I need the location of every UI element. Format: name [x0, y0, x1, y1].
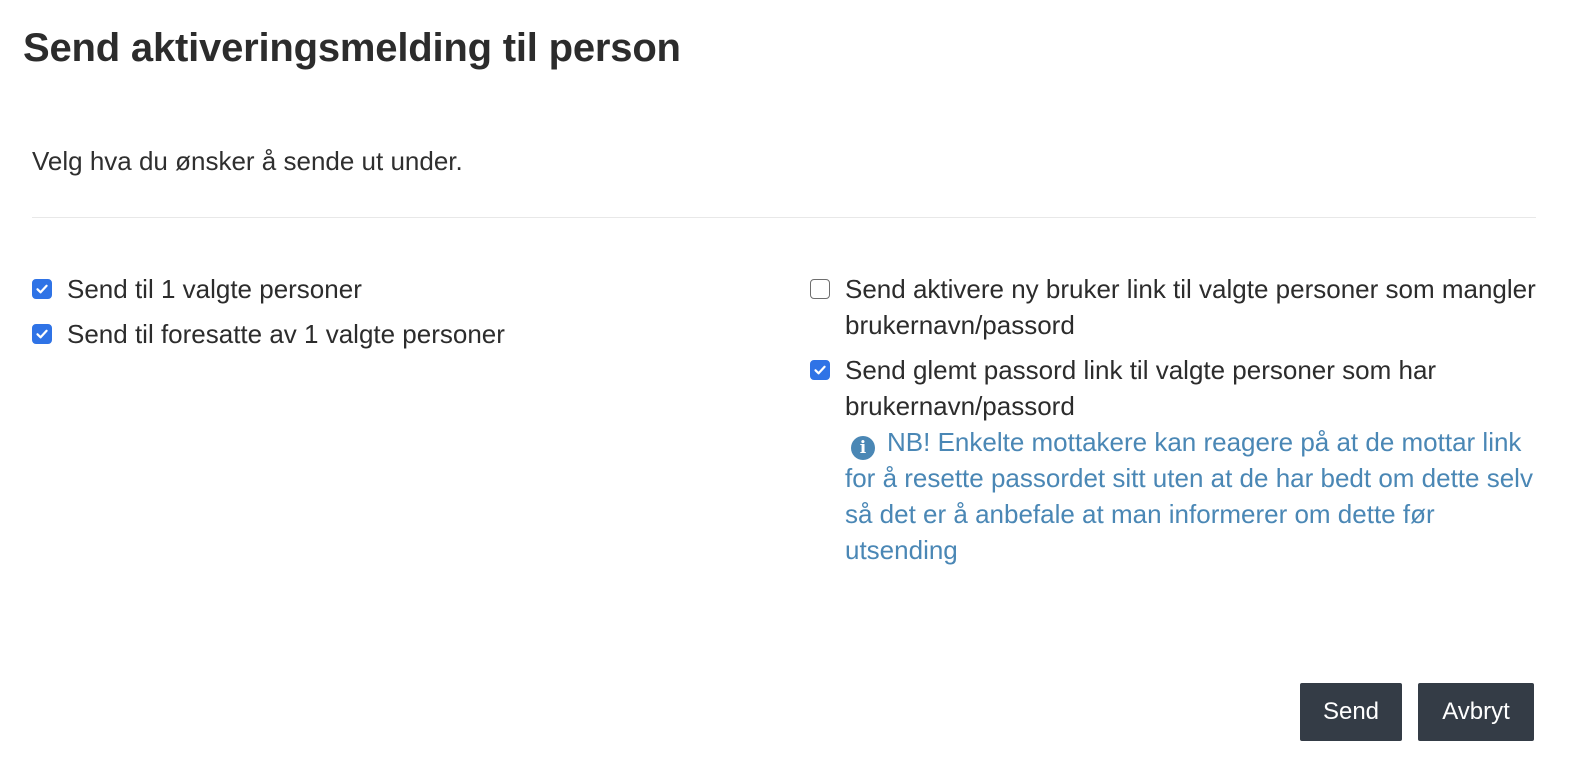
send-to-persons-label[interactable]: Send til 1 valgte personer: [67, 271, 362, 307]
checkmark-icon: [814, 365, 826, 375]
forgot-password-body: Send glemt passord link til valgte perso…: [845, 352, 1540, 568]
option-send-to-persons[interactable]: Send til 1 valgte personer: [32, 271, 362, 307]
divider: [32, 217, 1536, 218]
info-note: i NB! Enkelte mottakere kan reagere på at…: [845, 424, 1540, 568]
activate-new-user-label[interactable]: Send aktivere ny bruker link til valgte …: [845, 271, 1540, 343]
option-send-to-guardians[interactable]: Send til foresatte av 1 valgte personer: [32, 316, 505, 352]
send-to-guardians-checkbox[interactable]: [32, 324, 52, 344]
activate-new-user-checkbox[interactable]: [810, 279, 830, 299]
cancel-button[interactable]: Avbryt: [1418, 683, 1534, 741]
forgot-password-checkbox[interactable]: [810, 360, 830, 380]
checkmark-icon: [36, 329, 48, 339]
info-note-text: NB! Enkelte mottakere kan reagere på at …: [845, 427, 1533, 565]
info-circle-icon: i: [851, 436, 875, 460]
send-to-persons-checkbox[interactable]: [32, 279, 52, 299]
option-activate-new-user[interactable]: Send aktivere ny bruker link til valgte …: [810, 271, 1540, 343]
send-to-guardians-label[interactable]: Send til foresatte av 1 valgte personer: [67, 316, 505, 352]
forgot-password-label[interactable]: Send glemt passord link til valgte perso…: [845, 352, 1540, 424]
page-title: Send aktiveringsmelding til person: [23, 26, 681, 70]
send-button[interactable]: Send: [1300, 683, 1402, 741]
checkmark-icon: [36, 284, 48, 294]
intro-text: Velg hva du ønsker å sende ut under.: [32, 146, 463, 176]
option-forgot-password[interactable]: Send glemt passord link til valgte perso…: [810, 352, 1540, 568]
